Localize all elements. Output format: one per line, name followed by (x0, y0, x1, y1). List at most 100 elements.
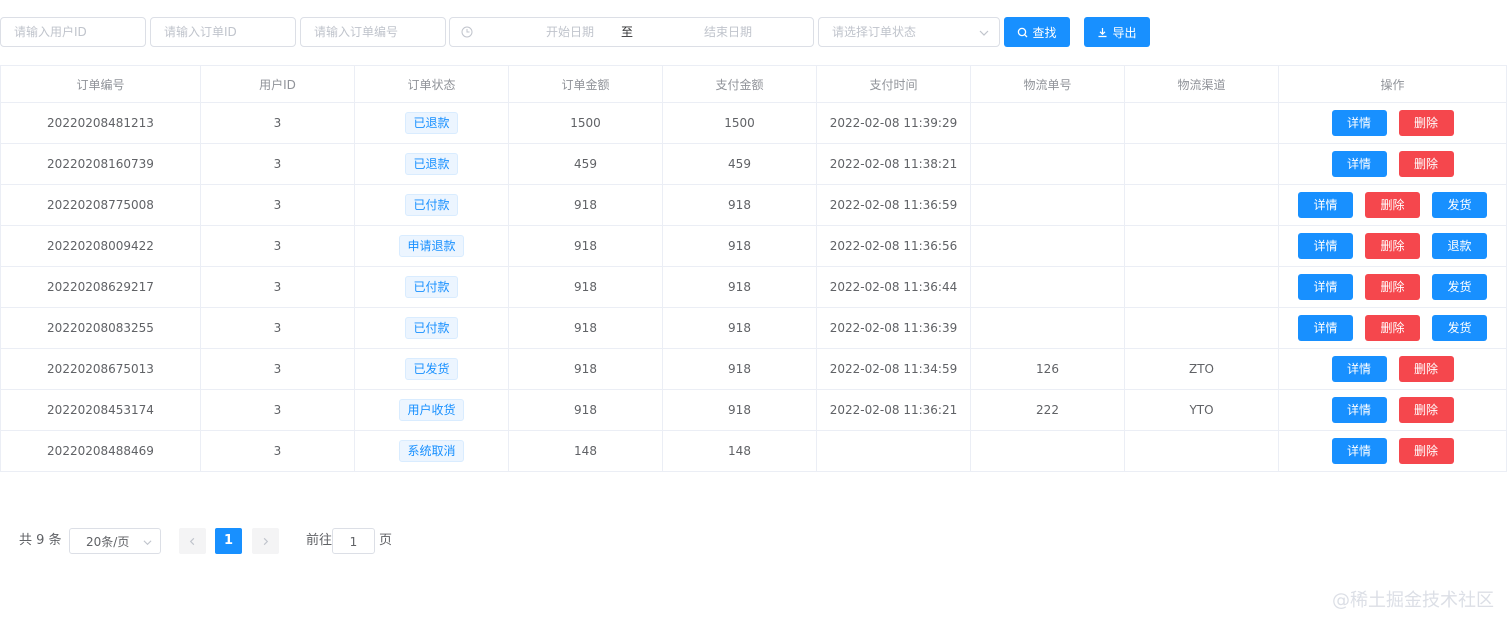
range-separator: 至 (620, 25, 633, 39)
header-status: 订单状态 (354, 65, 509, 103)
goto-page-input[interactable]: 1 (332, 528, 375, 554)
page-size-select[interactable]: 20条/页 (69, 528, 161, 554)
prev-page-button[interactable] (179, 528, 206, 554)
user-id-input[interactable]: 请输入用户ID (0, 17, 146, 47)
cell-channel: YTO (1124, 389, 1279, 431)
delete-button[interactable]: 删除 (1365, 315, 1420, 341)
detail-button[interactable]: 详情 (1331, 397, 1387, 423)
cell-amount: 459 (508, 143, 663, 185)
delete-button[interactable]: 删除 (1398, 110, 1454, 136)
cell-tracking (970, 184, 1125, 226)
header-actions: 操作 (1278, 65, 1507, 103)
cell-pay-time: 2022-02-08 11:34:59 (816, 348, 971, 390)
cell-paid: 918 (662, 307, 817, 349)
table-row: 20220208009422 3 申请退款 918 918 2022-02-08… (0, 225, 1507, 267)
table-row: 20220208160739 3 已退款 459 459 2022-02-08 … (0, 143, 1507, 185)
download-icon (1098, 27, 1107, 37)
cell-actions: 详情 删除 发货 (1278, 184, 1507, 226)
cell-channel (1124, 143, 1279, 185)
cell-user-id: 3 (200, 102, 355, 144)
detail-button[interactable]: 详情 (1298, 192, 1353, 218)
order-no-input[interactable]: 请输入订单编号 (300, 17, 446, 47)
cell-tracking (970, 307, 1125, 349)
cell-amount: 918 (508, 225, 663, 267)
cell-amount: 148 (508, 430, 663, 472)
order-id-input[interactable]: 请输入订单ID (150, 17, 296, 47)
chevron-right-icon (263, 537, 269, 545)
table-row: 20220208629217 3 已付款 918 918 2022-02-08 … (0, 266, 1507, 308)
cell-pay-time: 2022-02-08 11:38:21 (816, 143, 971, 185)
ship-button[interactable]: 发货 (1432, 315, 1487, 341)
cell-status: 系统取消 (354, 430, 509, 472)
watermark: @稀土掘金技术社区 (1332, 590, 1494, 611)
page-1-button[interactable]: 1 (215, 528, 242, 554)
delete-button[interactable]: 删除 (1398, 356, 1454, 382)
cell-paid: 918 (662, 389, 817, 431)
filter-bar: 请输入用户ID 请输入订单ID 请输入订单编号 开始日期 至 结束日期 请选择订… (0, 17, 1512, 47)
chevron-down-icon (143, 540, 152, 546)
cell-paid: 918 (662, 348, 817, 390)
delete-button[interactable]: 删除 (1398, 397, 1454, 423)
cell-paid: 918 (662, 225, 817, 267)
header-channel: 物流渠道 (1124, 65, 1279, 103)
cell-amount: 918 (508, 184, 663, 226)
detail-button[interactable]: 详情 (1331, 110, 1387, 136)
chevron-down-icon (979, 30, 989, 36)
delete-button[interactable]: 删除 (1365, 192, 1420, 218)
ship-button[interactable]: 发货 (1432, 274, 1487, 300)
status-select[interactable]: 请选择订单状态 (818, 17, 1000, 47)
detail-button[interactable]: 详情 (1331, 438, 1387, 464)
next-page-button[interactable] (252, 528, 279, 554)
table-row: 20220208083255 3 已付款 918 918 2022-02-08 … (0, 307, 1507, 349)
cell-status: 申请退款 (354, 225, 509, 267)
cell-amount: 1500 (508, 102, 663, 144)
status-badge: 申请退款 (399, 235, 464, 257)
detail-button[interactable]: 详情 (1331, 151, 1387, 177)
cell-tracking (970, 143, 1125, 185)
status-badge: 已付款 (405, 276, 458, 298)
cell-tracking (970, 266, 1125, 308)
delete-button[interactable]: 删除 (1365, 233, 1420, 259)
cell-channel (1124, 184, 1279, 226)
detail-button[interactable]: 详情 (1298, 315, 1353, 341)
cell-order-no: 20220208160739 (0, 143, 201, 185)
detail-button[interactable]: 详情 (1331, 356, 1387, 382)
delete-button[interactable]: 删除 (1398, 438, 1454, 464)
cell-tracking (970, 102, 1125, 144)
cell-tracking (970, 430, 1125, 472)
cell-status: 已退款 (354, 143, 509, 185)
detail-button[interactable]: 详情 (1298, 274, 1353, 300)
search-button[interactable]: 查找 (1004, 17, 1070, 47)
end-date-input[interactable]: 结束日期 (643, 18, 813, 46)
ship-button[interactable]: 发货 (1432, 192, 1487, 218)
cell-user-id: 3 (200, 389, 355, 431)
cell-actions: 详情 删除 退款 (1278, 225, 1507, 267)
refund-button[interactable]: 退款 (1432, 233, 1487, 259)
cell-user-id: 3 (200, 430, 355, 472)
cell-status: 已付款 (354, 307, 509, 349)
table-row: 20220208488469 3 系统取消 148 148 详情 删除 (0, 430, 1507, 472)
cell-order-no: 20220208453174 (0, 389, 201, 431)
detail-button[interactable]: 详情 (1298, 233, 1353, 259)
header-paid: 支付金额 (662, 65, 817, 103)
status-badge: 用户收货 (399, 399, 464, 421)
total-count: 共 9 条 (19, 533, 62, 548)
cell-status: 用户收货 (354, 389, 509, 431)
status-select-placeholder: 请选择订单状态 (832, 25, 917, 39)
cell-tracking: 126 (970, 348, 1125, 390)
cell-pay-time: 2022-02-08 11:39:29 (816, 102, 971, 144)
cell-status: 已付款 (354, 184, 509, 226)
date-range-picker[interactable]: 开始日期 至 结束日期 (449, 17, 814, 47)
export-button[interactable]: 导出 (1084, 17, 1150, 47)
page-size-value: 20条/页 (86, 535, 130, 549)
delete-button[interactable]: 删除 (1398, 151, 1454, 177)
cell-actions: 详情 删除 (1278, 143, 1507, 185)
cell-order-no: 20220208675013 (0, 348, 201, 390)
cell-paid: 1500 (662, 102, 817, 144)
cell-order-no: 20220208083255 (0, 307, 201, 349)
cell-pay-time (816, 430, 971, 472)
table-row: 20220208481213 3 已退款 1500 1500 2022-02-0… (0, 102, 1507, 144)
cell-user-id: 3 (200, 225, 355, 267)
status-badge: 已付款 (405, 317, 458, 339)
delete-button[interactable]: 删除 (1365, 274, 1420, 300)
